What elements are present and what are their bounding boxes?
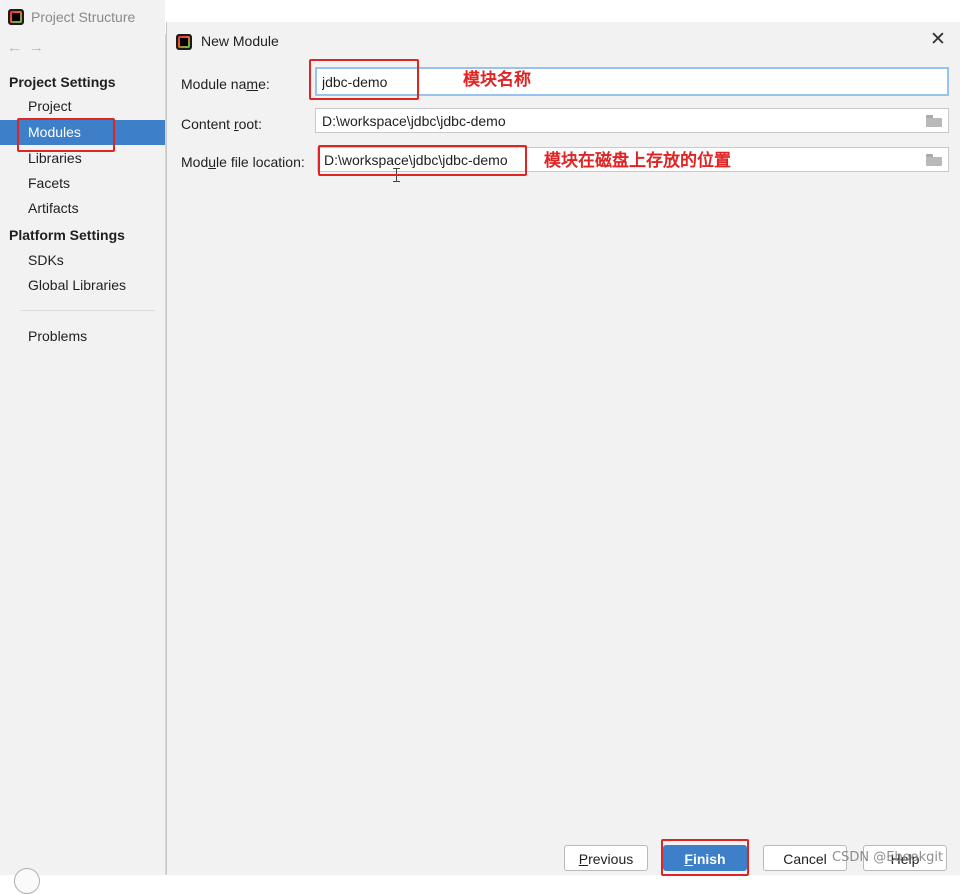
module-name-input[interactable] <box>315 67 949 96</box>
label-text: le file location: <box>216 154 305 170</box>
csdn-watermark: CSDN @Ebookgit <box>832 850 944 865</box>
sidebar-item-problems[interactable]: Problems <box>0 324 165 349</box>
forward-arrow-icon[interactable]: → <box>29 39 51 56</box>
sidebar-item-sdks[interactable]: SDKs <box>0 248 165 273</box>
module-file-location-label: Module file location: <box>181 154 305 170</box>
label-text: Content <box>181 116 234 132</box>
sidebar-item-libraries[interactable]: Libraries <box>0 146 165 171</box>
label-text: e: <box>258 76 270 92</box>
content-root-input[interactable] <box>315 108 949 133</box>
sidebar-item-project[interactable]: Project <box>0 94 165 119</box>
close-button[interactable]: ✕ <box>927 29 949 51</box>
browse-folder-icon[interactable] <box>926 154 942 166</box>
finish-button[interactable]: Finish <box>663 845 747 871</box>
content-root-label: Content root: <box>181 116 262 132</box>
text-cursor-icon <box>393 168 400 182</box>
sidebar-item-artifacts[interactable]: Artifacts <box>0 196 165 221</box>
sidebar-item-facets[interactable]: Facets <box>0 171 165 196</box>
button-label: inish <box>692 851 726 867</box>
dialog-titlebar: New Module ✕ <box>167 22 960 60</box>
sidebar-item-modules[interactable]: Modules <box>0 120 165 145</box>
module-location-annotation: 模块在磁盘上存放的位置 <box>544 151 731 171</box>
button-mnemonic: F <box>684 851 693 867</box>
module-name-annotation: 模块名称 <box>463 70 531 90</box>
module-name-label: Module name: <box>181 76 270 92</box>
intellij-app-icon <box>176 34 192 50</box>
project-structure-sidebar: ←→ Project Settings Project Modules Libr… <box>0 34 166 894</box>
platform-settings-heading: Platform Settings <box>9 227 125 243</box>
label-text: Module na <box>181 76 247 92</box>
project-settings-heading: Project Settings <box>9 74 116 90</box>
label-mnemonic: u <box>208 154 217 170</box>
help-circle-icon[interactable] <box>14 868 40 894</box>
button-label: revious <box>588 851 634 867</box>
dialog-title: New Module <box>201 33 279 49</box>
back-arrow-icon[interactable]: ← <box>7 39 29 56</box>
browse-folder-icon[interactable] <box>926 115 942 127</box>
outer-window-titlebar: Project Structure <box>0 0 165 34</box>
previous-button[interactable]: Previous <box>564 845 648 871</box>
button-mnemonic: P <box>578 851 589 867</box>
intellij-app-icon <box>8 9 24 25</box>
label-text: oot: <box>238 116 262 132</box>
nav-arrows: ←→ <box>7 39 51 56</box>
sidebar-divider <box>20 310 155 311</box>
label-text: Mod <box>181 154 209 170</box>
label-mnemonic: m <box>246 76 259 92</box>
sidebar-item-global-libraries[interactable]: Global Libraries <box>0 273 165 298</box>
outer-window-title: Project Structure <box>31 9 136 25</box>
